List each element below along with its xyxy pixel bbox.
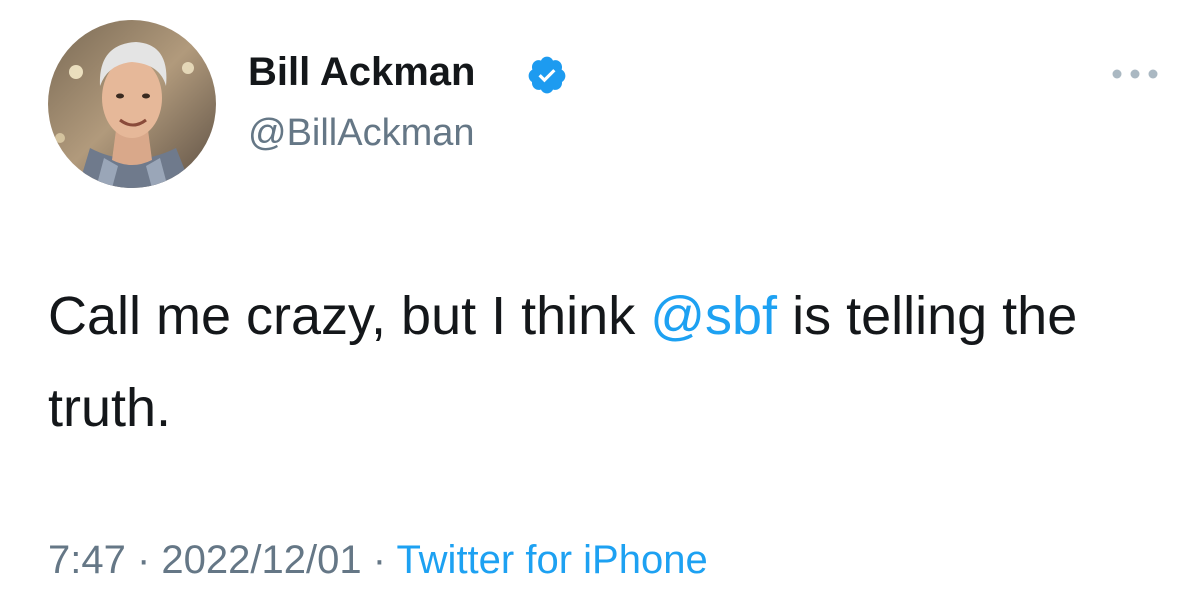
tweet-metadata: 7:47 · 2022/12/01 · Twitter for iPhone bbox=[48, 538, 708, 583]
tweet-date: 2022/12/01 bbox=[161, 538, 362, 582]
tweet-text: Call me crazy, but I think @sbf is telli… bbox=[48, 270, 1148, 454]
tweet-text-part-1: Call me crazy, but I think bbox=[48, 286, 651, 346]
tweet-card: Bill Ackman @BillAckman Call me crazy, b… bbox=[0, 0, 1200, 605]
source-link[interactable]: Twitter for iPhone bbox=[396, 538, 707, 582]
more-options-icon[interactable] bbox=[1108, 62, 1162, 86]
meta-separator-2: · bbox=[361, 538, 397, 582]
avatar-photo-icon bbox=[48, 20, 216, 188]
avatar[interactable] bbox=[48, 20, 216, 188]
meta-separator-1: · bbox=[125, 538, 162, 582]
mention-link[interactable]: @sbf bbox=[650, 286, 777, 346]
user-handle[interactable]: @BillAckman bbox=[248, 112, 475, 155]
tweet-time: 7:47 bbox=[48, 538, 126, 582]
display-name[interactable]: Bill Ackman bbox=[248, 50, 475, 95]
verified-badge-icon bbox=[528, 56, 566, 94]
